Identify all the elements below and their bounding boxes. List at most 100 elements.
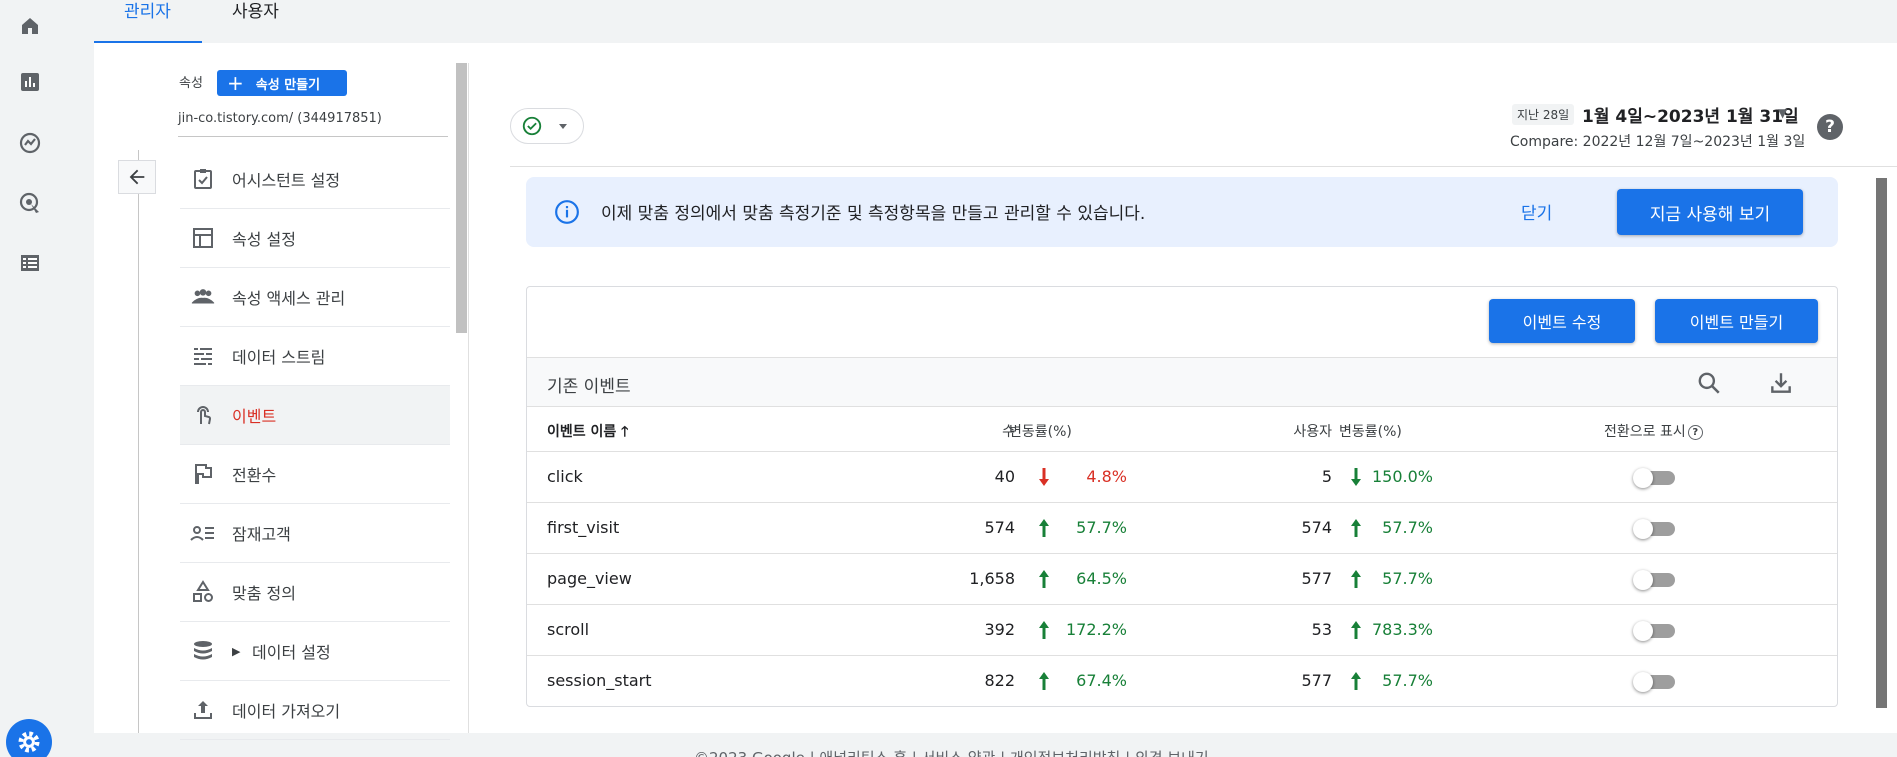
section-title: 기존 이벤트 xyxy=(547,377,631,397)
status-filter-dropdown[interactable] xyxy=(510,108,584,144)
toggle-knob xyxy=(1633,672,1653,692)
nav-item-conversions[interactable]: 전환수 xyxy=(180,445,450,504)
arrow-up-icon xyxy=(1349,517,1363,539)
reports-icon[interactable] xyxy=(14,66,46,98)
col-event-name[interactable]: 이벤트 이름 🡑 xyxy=(547,421,628,445)
compare-range: Compare: 2022년 12월 7일~2023년 1월 3일 xyxy=(1510,134,1806,150)
table-row[interactable]: click 40 4.8% 5 150.0% xyxy=(527,452,1837,503)
try-now-button[interactable]: 지금 사용해 보기 xyxy=(1617,189,1803,235)
advertising-icon[interactable] xyxy=(14,187,46,219)
home-icon[interactable] xyxy=(14,10,46,42)
arrow-up-icon xyxy=(1037,568,1051,590)
conversion-toggle[interactable] xyxy=(1633,570,1677,590)
nav-item-assistant[interactable]: 어시스턴트 설정 xyxy=(180,150,450,209)
event-users: 53 xyxy=(1311,620,1332,639)
conversion-toggle[interactable] xyxy=(1633,468,1677,488)
toggle-knob xyxy=(1633,570,1653,590)
edit-event-button[interactable]: 이벤트 수정 xyxy=(1489,299,1635,343)
banner-close-link[interactable]: 닫기 xyxy=(1521,199,1552,224)
col-users-change[interactable]: 변동률(%) xyxy=(1339,421,1402,441)
help-circle-icon[interactable]: ? xyxy=(1687,424,1703,440)
tab-user[interactable]: 사용자 xyxy=(232,0,302,43)
conversion-toggle[interactable] xyxy=(1633,672,1677,692)
event-count: 392 xyxy=(984,620,1015,639)
nav-item-data-import[interactable]: 데이터 가져오기 xyxy=(180,681,450,740)
expand-caret-icon[interactable]: ▶ xyxy=(232,645,240,658)
event-name[interactable]: first_visit xyxy=(547,518,619,537)
nav-item-events[interactable]: 이벤트 xyxy=(180,386,450,445)
table-row[interactable]: session_start 822 67.4% 577 57.7% xyxy=(527,656,1837,706)
arrow-down-icon xyxy=(1037,466,1051,488)
date-range-picker[interactable]: 1월 4일~2023년 1월 31일 xyxy=(1582,102,1799,127)
nav-item-label: 데이터 스트림 xyxy=(232,348,326,367)
count-change: 172.2% xyxy=(1065,620,1127,639)
configure-list-icon[interactable] xyxy=(14,247,46,279)
nav-scrollbar[interactable] xyxy=(456,63,467,333)
event-name[interactable]: page_view xyxy=(547,569,632,588)
arrow-up-icon xyxy=(1349,568,1363,590)
property-selector[interactable]: jin-co.tistory.com/ (344917851) xyxy=(178,111,448,137)
data-stream-icon xyxy=(190,343,216,369)
database-icon xyxy=(190,638,216,664)
col-users[interactable]: 사용자 xyxy=(1247,421,1332,441)
nav-item-custom-definitions[interactable]: 맞춤 정의 xyxy=(180,563,450,622)
panel-divider xyxy=(468,63,469,733)
event-name[interactable]: click xyxy=(547,467,583,486)
col-conversion[interactable]: 전환으로 표시? xyxy=(1604,421,1703,441)
toggle-knob xyxy=(1633,519,1653,539)
footer-links[interactable]: ©2023 Google | 애널리틱스 홈 | 서비스 약관 | 개인정보처리… xyxy=(694,747,1209,757)
people-icon xyxy=(190,284,216,310)
col-count-change[interactable]: 변동률(%) xyxy=(1009,421,1072,441)
explore-icon[interactable] xyxy=(14,127,46,159)
count-change: 57.7% xyxy=(1076,518,1127,537)
event-users: 577 xyxy=(1301,569,1332,588)
toggle-knob xyxy=(1633,468,1653,488)
plus-icon: + xyxy=(227,71,244,95)
back-button[interactable] xyxy=(118,160,156,194)
nav-item-label: 속성 액세스 관리 xyxy=(232,289,346,308)
banner-text: 이제 맞춤 정의에서 맞춤 측정기준 및 측정항목을 만들고 관리할 수 있습니… xyxy=(601,204,1146,224)
tab-admin[interactable]: 관리자 xyxy=(94,0,202,43)
sort-arrow-up-icon: 🡑 xyxy=(621,424,629,440)
toggle-knob xyxy=(1633,621,1653,641)
event-name[interactable]: scroll xyxy=(547,620,589,639)
conversion-toggle[interactable] xyxy=(1633,519,1677,539)
nav-divider xyxy=(138,150,139,733)
nav-item-data-streams[interactable]: 데이터 스트림 xyxy=(180,327,450,386)
table-row[interactable]: page_view 1,658 64.5% 577 57.7% xyxy=(527,554,1837,605)
event-name[interactable]: session_start xyxy=(547,671,652,690)
existing-events-header: 기존 이벤트 xyxy=(527,357,1837,407)
create-event-button[interactable]: 이벤트 만들기 xyxy=(1655,299,1818,343)
users-change: 57.7% xyxy=(1382,569,1433,588)
search-icon[interactable] xyxy=(1696,370,1722,396)
arrow-up-icon xyxy=(1037,670,1051,692)
users-change: 783.3% xyxy=(1371,620,1433,639)
arrow-down-icon xyxy=(1349,466,1363,488)
download-icon[interactable] xyxy=(1768,370,1794,396)
nav-item-label: 데이터 설정 xyxy=(252,643,331,662)
info-icon xyxy=(555,200,579,224)
content-scrollbar[interactable] xyxy=(1876,178,1887,708)
nav-item-property-settings[interactable]: 속성 설정 xyxy=(180,209,450,268)
event-users: 577 xyxy=(1301,671,1332,690)
header-divider xyxy=(510,166,1897,167)
upload-icon xyxy=(190,697,216,723)
table-row[interactable]: scroll 392 172.2% 53 783.3% xyxy=(527,605,1837,656)
arrow-up-icon xyxy=(1037,517,1051,539)
nav-item-data-settings[interactable]: ▶ 데이터 설정 xyxy=(180,622,450,681)
nav-item-label: 이벤트 xyxy=(232,407,277,426)
nav-item-label: 전환수 xyxy=(232,466,277,485)
create-property-button[interactable]: + 속성 만들기 xyxy=(217,70,347,96)
help-icon[interactable]: ? xyxy=(1817,114,1843,140)
nav-item-access-management[interactable]: 속성 액세스 관리 xyxy=(180,268,450,327)
table-row[interactable]: first_visit 574 57.7% 574 57.7% xyxy=(527,503,1837,554)
events-table-card: 이벤트 수정 이벤트 만들기 기존 이벤트 이벤트 이름 🡑 수 변동률(%) … xyxy=(526,286,1838,707)
arrow-left-icon xyxy=(129,169,145,185)
arrow-up-icon xyxy=(1349,619,1363,641)
event-count: 574 xyxy=(984,518,1015,537)
date-dropdown-icon[interactable]: ▼ xyxy=(1778,106,1787,120)
conversion-toggle[interactable] xyxy=(1633,621,1677,641)
nav-item-label: 속성 설정 xyxy=(232,230,296,249)
admin-gear-icon[interactable] xyxy=(6,719,52,757)
nav-item-audiences[interactable]: 잠재고객 xyxy=(180,504,450,563)
